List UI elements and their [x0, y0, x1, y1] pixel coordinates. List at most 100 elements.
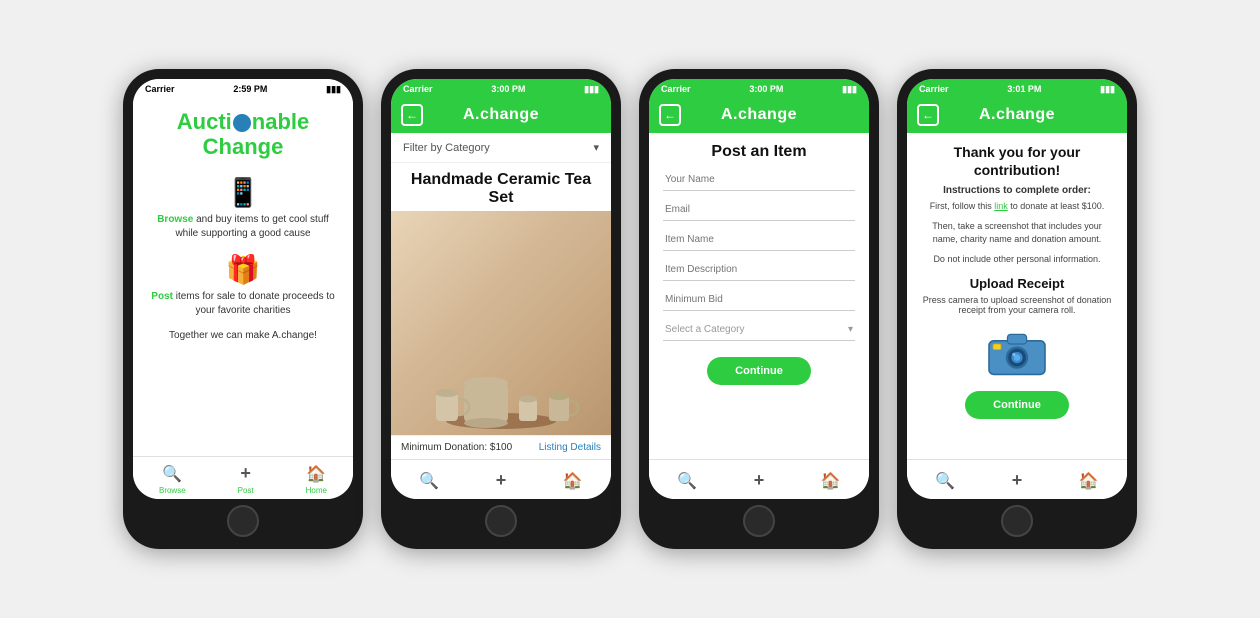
tagline-suffix: ! [314, 330, 317, 341]
logo: Aucti nable Change [177, 109, 309, 160]
tagline: Together we can make A.change! [169, 330, 317, 341]
app-title-4: A.change [979, 106, 1055, 124]
home-screen: Aucti nable Change 📱 Browse and buy items… [133, 97, 353, 456]
nav-browse-label-1: Browse [159, 486, 186, 495]
battery-1: ▮▮▮ [326, 84, 341, 95]
post-link[interactable]: Post [151, 291, 173, 302]
search-icon-2: 🔍 [419, 471, 439, 491]
battery-4: ▮▮▮ [1100, 84, 1115, 95]
post-desc: items for sale to donate proceeds to you… [173, 291, 335, 316]
status-bar-3: Carrier 3:00 PM ▮▮▮ [649, 79, 869, 97]
browse-desc: and buy items to get cool stuff while su… [175, 214, 328, 239]
search-icon-1: 🔍 [162, 464, 182, 484]
thanks-step1: First, follow this link to donate at lea… [921, 200, 1113, 214]
nav-home-1[interactable]: 🏠 Home [306, 464, 327, 495]
app-title-2: A.change [463, 106, 539, 124]
nav-browse-1[interactable]: 🔍 Browse [159, 464, 186, 495]
thanks-step3: Do not include other personal informatio… [921, 253, 1113, 267]
tagline-link[interactable]: A.change [272, 330, 314, 341]
back-button-4[interactable]: ← [917, 104, 939, 126]
item-footer: Minimum Donation: $100 Listing Details [391, 435, 611, 459]
ceramic-items-display [391, 211, 611, 435]
home-button-1[interactable] [227, 505, 259, 537]
instructions-label: Instructions to complete order: [921, 185, 1113, 196]
step1-suffix: to donate at least $100. [1008, 201, 1105, 211]
thanks-title: Thank you for your contribution! [921, 143, 1113, 179]
ceramic-svg [411, 311, 591, 431]
tagline-prefix: Together we can make [169, 330, 272, 341]
nav-home-2[interactable]: 🏠 [563, 471, 583, 491]
nav-home-4[interactable]: 🏠 [1079, 471, 1099, 491]
post-continue-button[interactable]: Continue [707, 357, 811, 385]
status-bar-4: Carrier 3:01 PM ▮▮▮ [907, 79, 1127, 97]
status-bar-2: Carrier 3:00 PM ▮▮▮ [391, 79, 611, 97]
logo-area: Aucti nable Change [177, 109, 309, 160]
thanks-step2: Then, take a screenshot that includes yo… [921, 220, 1113, 247]
item-name-input[interactable] [663, 229, 855, 251]
plus-icon-3: + [754, 470, 765, 491]
home-icon-3: 🏠 [821, 471, 841, 491]
nav-browse-2[interactable]: 🔍 [419, 471, 439, 491]
plus-icon-4: + [1012, 470, 1023, 491]
phone-post: Carrier 3:00 PM ▮▮▮ ← A.change Post an I… [639, 69, 879, 549]
nav-home-label-1: Home [306, 486, 327, 495]
home-button-4[interactable] [1001, 505, 1033, 537]
minimum-bid-input[interactable] [663, 289, 855, 311]
logo-text-nable: nable [252, 109, 309, 134]
home-button-3[interactable] [743, 505, 775, 537]
filter-label: Filter by Category [403, 142, 490, 154]
home-button-2[interactable] [485, 505, 517, 537]
carrier-2: Carrier [403, 84, 433, 94]
app-title-3: A.change [721, 106, 797, 124]
app-header-3: ← A.change [649, 97, 869, 133]
battery-3: ▮▮▮ [842, 84, 857, 95]
plus-icon-1: + [240, 463, 251, 484]
post-text: Post items for sale to donate proceeds t… [149, 290, 337, 318]
back-button-3[interactable]: ← [659, 104, 681, 126]
logo-text-aucti: Aucti [177, 109, 232, 134]
browse-section: 📱 Browse and buy items to get cool stuff… [149, 176, 337, 241]
logo-globe-icon [233, 114, 251, 132]
item-description-input[interactable] [663, 259, 855, 281]
email-input[interactable] [663, 199, 855, 221]
listing-details-link[interactable]: Listing Details [539, 442, 601, 453]
min-donation: Minimum Donation: $100 [401, 442, 512, 453]
nav-home-3[interactable]: 🏠 [821, 471, 841, 491]
post-screen: Post an Item Select a Category ▾ Continu… [649, 133, 869, 459]
nav-browse-3[interactable]: 🔍 [677, 471, 697, 491]
bottom-nav-2: 🔍 + 🏠 [391, 459, 611, 499]
time-2: 3:00 PM [491, 84, 525, 94]
upload-text: Press camera to upload screenshot of don… [921, 295, 1113, 315]
battery-2: ▮▮▮ [584, 84, 599, 95]
logo-text-change: Change [203, 134, 284, 159]
phone-thanks: Carrier 3:01 PM ▮▮▮ ← A.change Thank you… [897, 69, 1137, 549]
nav-post-label-1: Post [238, 486, 254, 495]
post-section: 🎁 Post items for sale to donate proceeds… [149, 253, 337, 318]
item-image [391, 211, 611, 435]
browse-link[interactable]: Browse [157, 214, 193, 225]
time-4: 3:01 PM [1007, 84, 1041, 94]
phone-browse: Carrier 3:00 PM ▮▮▮ ← A.change Filter by… [381, 69, 621, 549]
browse-screen: Filter by Category ▾ Handmade Ceramic Te… [391, 133, 611, 459]
nav-browse-4[interactable]: 🔍 [935, 471, 955, 491]
your-name-input[interactable] [663, 169, 855, 191]
time-1: 2:59 PM [233, 84, 267, 94]
chevron-down-icon-2: ▾ [848, 324, 853, 335]
thanks-screen: Thank you for your contribution! Instruc… [907, 133, 1127, 459]
step1-prefix: First, follow this [930, 201, 995, 211]
thanks-continue-button[interactable]: Continue [965, 391, 1069, 419]
nav-post-2[interactable]: + [496, 470, 507, 491]
browse-text: Browse and buy items to get cool stuff w… [149, 213, 337, 241]
filter-bar[interactable]: Filter by Category ▾ [391, 133, 611, 163]
category-select[interactable]: Select a Category ▾ [663, 319, 855, 341]
bottom-nav-4: 🔍 + 🏠 [907, 459, 1127, 499]
nav-post-1[interactable]: + Post [238, 463, 254, 495]
nav-post-4[interactable]: + [1012, 470, 1023, 491]
donation-link[interactable]: link [994, 201, 1008, 211]
back-button-2[interactable]: ← [401, 104, 423, 126]
home-icon-2: 🏠 [563, 471, 583, 491]
camera-icon[interactable] [921, 327, 1113, 377]
home-icon-1: 🏠 [306, 464, 326, 484]
nav-post-3[interactable]: + [754, 470, 765, 491]
plus-icon-2: + [496, 470, 507, 491]
